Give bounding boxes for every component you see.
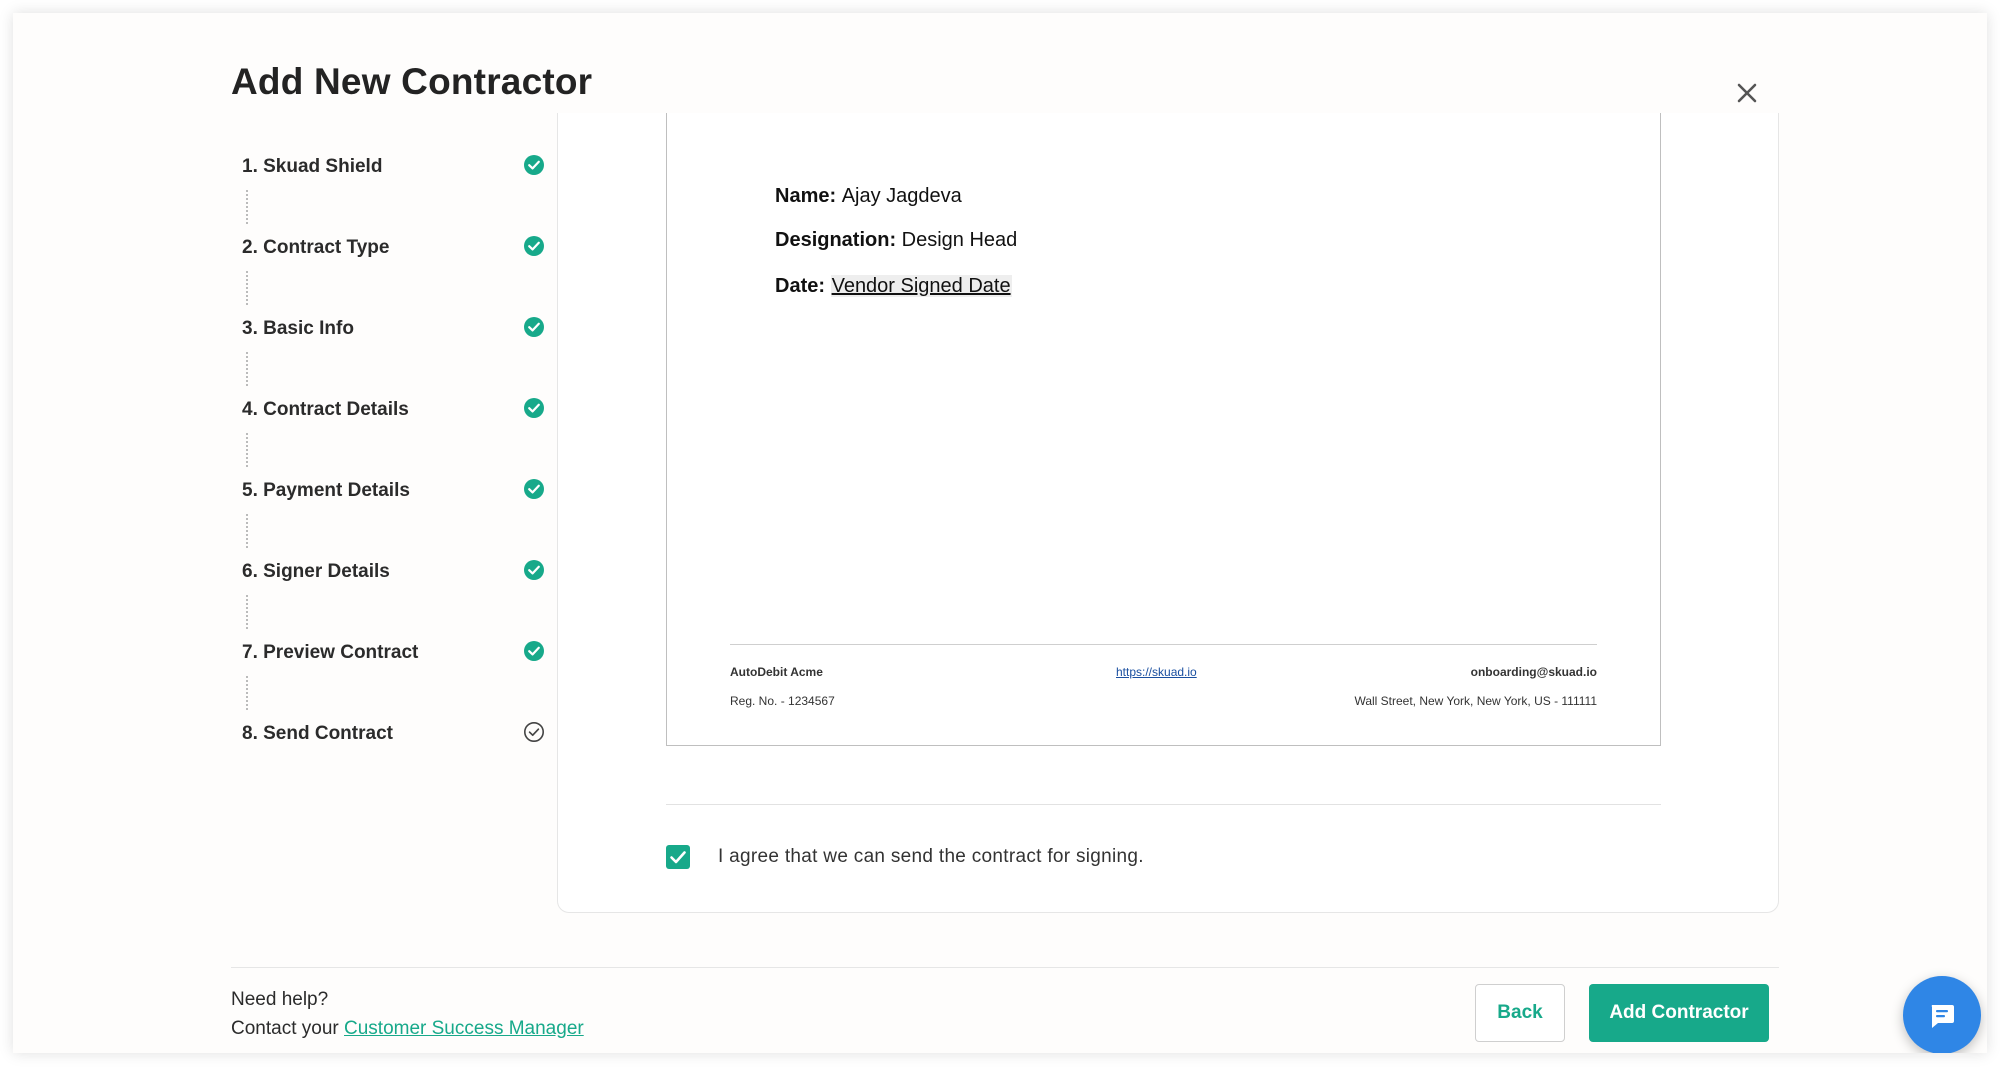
check-circle-filled-icon — [521, 314, 547, 340]
help-contact: Contact your Customer Success Manager — [231, 1018, 584, 1040]
step-label: 5. Payment Details — [242, 480, 410, 501]
step-label: 1. Skuad Shield — [242, 156, 383, 177]
step-label: 4. Contract Details — [242, 399, 409, 420]
step-connector — [246, 595, 248, 629]
check-circle-filled-icon — [521, 233, 547, 259]
date-label: Date: — [775, 275, 831, 297]
step-preview-contract[interactable]: 7. Preview Contract — [242, 636, 544, 672]
agree-checkbox[interactable] — [666, 845, 690, 869]
check-circle-filled-icon — [521, 557, 547, 583]
signer-name-row: Name: Ajay Jagdeva — [775, 185, 962, 208]
close-icon — [1737, 83, 1757, 103]
name-value: Ajay Jagdeva — [841, 185, 962, 207]
check-circle-filled-icon — [521, 395, 547, 421]
modal-title: Add New Contractor — [231, 61, 593, 102]
signer-designation-row: Designation: Design Head — [775, 229, 1017, 252]
contract-preview-panel: Name: Ajay Jagdeva Designation: Design H… — [557, 113, 1779, 913]
step-connector — [246, 271, 248, 305]
step-label: 3. Basic Info — [242, 318, 354, 339]
step-signer-details[interactable]: 6. Signer Details — [242, 555, 544, 591]
check-circle-outline-icon — [521, 719, 547, 745]
footer-website-link[interactable]: https://skuad.io — [1116, 665, 1197, 679]
step-payment-details[interactable]: 5. Payment Details — [242, 474, 544, 510]
checkmark-icon — [670, 851, 686, 864]
designation-value: Design Head — [901, 229, 1018, 251]
signer-date-row: Date: Vendor Signed Date — [775, 275, 1012, 298]
chat-button[interactable] — [1903, 976, 1981, 1053]
check-circle-filled-icon — [521, 638, 547, 664]
back-button[interactable]: Back — [1475, 984, 1565, 1042]
document-footer-divider — [730, 644, 1597, 645]
contact-prefix: Contact your — [231, 1018, 344, 1039]
chat-bubble-icon — [1931, 1005, 1954, 1028]
agree-label[interactable]: I agree that we can send the contract fo… — [718, 846, 1144, 868]
customer-success-manager-link[interactable]: Customer Success Manager — [344, 1018, 584, 1039]
agreement-divider — [666, 804, 1661, 805]
designation-label: Designation: — [775, 229, 902, 251]
add-contractor-modal: Add New Contractor 1. Skuad Shield 2. Co… — [13, 13, 1987, 1053]
step-contract-type[interactable]: 2. Contract Type — [242, 231, 544, 267]
step-connector — [246, 352, 248, 386]
name-label: Name: — [775, 185, 842, 207]
step-connector — [246, 676, 248, 710]
footer-address: Wall Street, New York, New York, US - 11… — [1354, 694, 1597, 708]
step-label: 7. Preview Contract — [242, 642, 419, 663]
help-title: Need help? — [231, 989, 329, 1010]
footer-company: AutoDebit Acme — [730, 665, 823, 679]
step-contract-details[interactable]: 4. Contract Details — [242, 393, 544, 429]
step-connector — [246, 514, 248, 548]
step-basic-info[interactable]: 3. Basic Info — [242, 312, 544, 348]
step-label: 6. Signer Details — [242, 561, 390, 582]
contract-document[interactable]: Name: Ajay Jagdeva Designation: Design H… — [666, 113, 1661, 746]
step-connector — [246, 433, 248, 467]
step-skuad-shield[interactable]: 1. Skuad Shield — [242, 150, 544, 186]
check-circle-filled-icon — [521, 152, 547, 178]
check-circle-filled-icon — [521, 476, 547, 502]
step-label: 8. Send Contract — [242, 723, 393, 744]
footer-email: onboarding@skuad.io — [1470, 665, 1597, 679]
footer-divider — [231, 967, 1779, 968]
add-contractor-button[interactable]: Add Contractor — [1589, 984, 1769, 1042]
footer-reg-no: Reg. No. - 1234567 — [730, 694, 835, 708]
close-button[interactable] — [1731, 77, 1763, 109]
step-connector — [246, 190, 248, 224]
vendor-signed-date-field: Vendor Signed Date — [830, 275, 1012, 297]
step-label: 2. Contract Type — [242, 237, 390, 258]
step-send-contract[interactable]: 8. Send Contract — [242, 717, 544, 753]
